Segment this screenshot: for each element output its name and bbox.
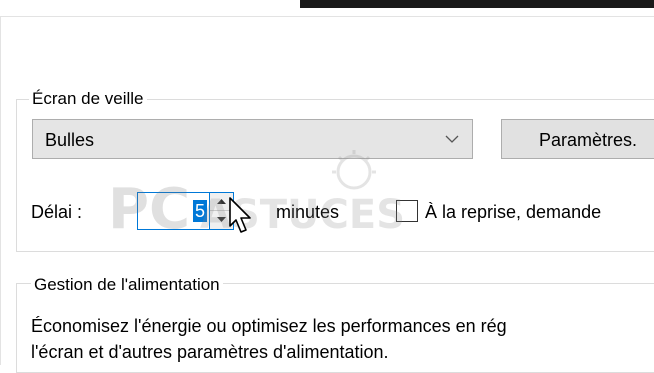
resume-checkbox[interactable] <box>396 200 418 222</box>
chevron-down-icon <box>445 135 459 143</box>
delay-label: Délai : <box>31 202 83 222</box>
power-description-line-1: Économisez l'énergie ou optimisez les pe… <box>31 316 507 336</box>
power-group-title: Gestion de l'alimentation <box>31 275 223 295</box>
minutes-label: minutes <box>276 202 340 222</box>
screensaver-group-title: Écran de veille <box>29 89 147 109</box>
screensaver-select[interactable]: Bulles <box>32 119 473 159</box>
delay-value: 5 <box>192 200 207 222</box>
window-top-edge <box>300 0 654 8</box>
mouse-cursor-icon <box>229 197 251 233</box>
delay-input[interactable]: 5 <box>137 192 210 230</box>
settings-button[interactable]: Paramètres. <box>501 119 654 159</box>
screensaver-selected-value: Bulles <box>45 130 95 150</box>
resume-checkbox-label[interactable]: À la reprise, demande <box>425 201 601 223</box>
power-description-line-2: l'écran et d'autres paramètres d'aliment… <box>31 342 389 362</box>
